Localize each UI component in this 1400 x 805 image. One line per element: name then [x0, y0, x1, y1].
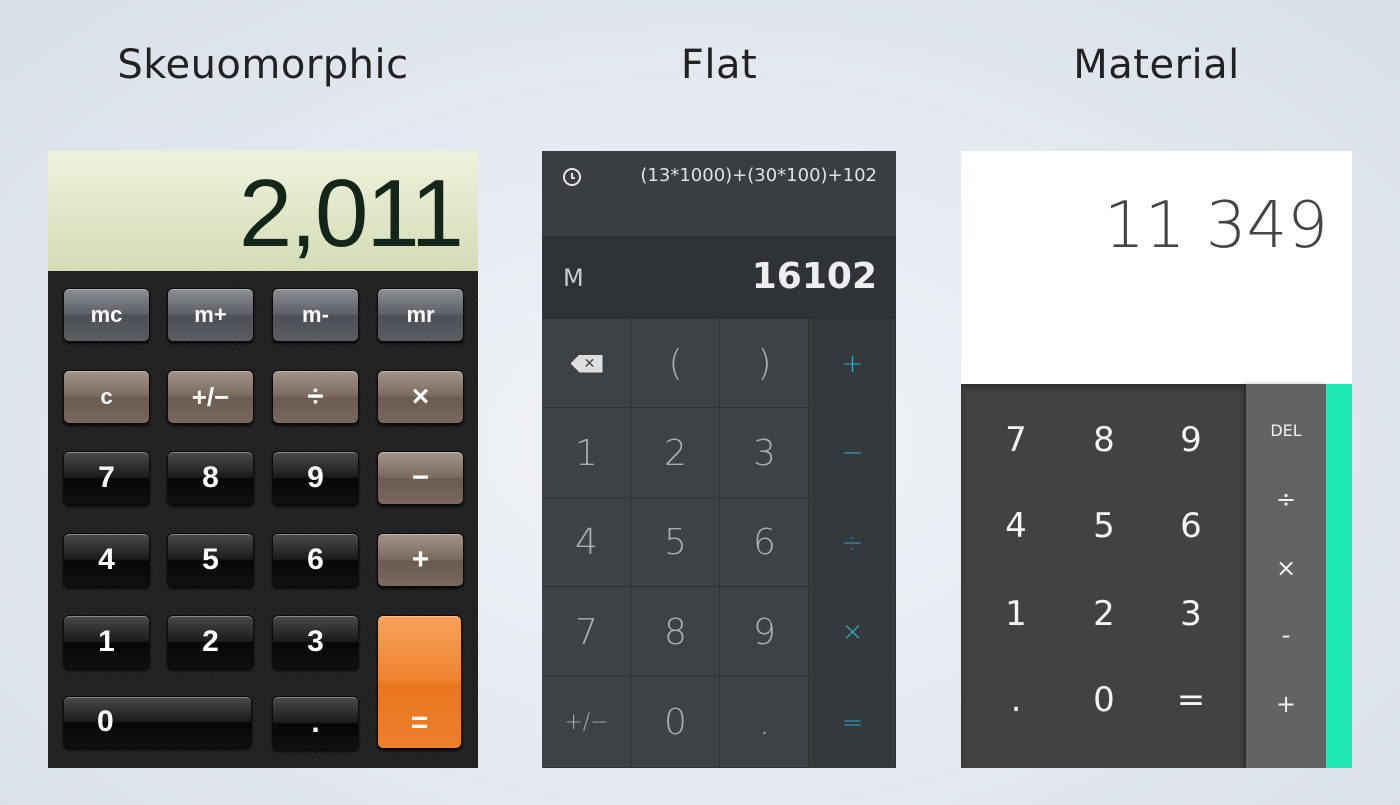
- flat-calculator: (13*1000)+(30*100)+102 M 16102 ✕ ( ) + 1…: [542, 151, 896, 768]
- advanced-panel-handle[interactable]: [1326, 384, 1352, 768]
- multiply-button[interactable]: ×: [1246, 548, 1326, 588]
- close-paren-button[interactable]: ): [720, 319, 809, 408]
- material-heading: Material: [1073, 42, 1240, 88]
- plus-minus-button[interactable]: +/−: [542, 677, 631, 768]
- digit-5-button[interactable]: 5: [1074, 496, 1134, 556]
- digit-6-button[interactable]: 6: [720, 498, 809, 587]
- material-display: 11 349: [961, 151, 1352, 384]
- equals-button[interactable]: =: [377, 615, 462, 749]
- equals-button[interactable]: =: [1161, 670, 1221, 730]
- delete-button[interactable]: DEL: [1246, 410, 1326, 450]
- digit-0-button[interactable]: 0: [63, 696, 252, 748]
- multiply-button[interactable]: ×: [809, 587, 896, 677]
- memory-clear-button[interactable]: mc: [63, 288, 150, 342]
- flat-result-bar: M 16102: [542, 236, 896, 319]
- digit-1-button[interactable]: 1: [542, 408, 631, 498]
- memory-indicator: M: [563, 264, 584, 292]
- backspace-icon: ✕: [570, 354, 603, 373]
- flat-expression-bar: (13*1000)+(30*100)+102: [542, 151, 896, 236]
- add-button[interactable]: +: [1246, 684, 1326, 724]
- material-operator-pad: DEL ÷ × - +: [1246, 384, 1326, 768]
- multiply-button[interactable]: ×: [377, 370, 464, 424]
- digit-0-button[interactable]: 0: [1074, 670, 1134, 730]
- digit-7-button[interactable]: 7: [63, 451, 150, 505]
- divide-button[interactable]: ÷: [272, 370, 359, 424]
- clock-icon[interactable]: [563, 168, 581, 186]
- memory-recall-button[interactable]: mr: [377, 288, 464, 342]
- subtract-button[interactable]: −: [377, 451, 464, 505]
- digit-5-button[interactable]: 5: [631, 498, 720, 587]
- digit-7-button[interactable]: 7: [542, 587, 631, 677]
- digit-6-button[interactable]: 6: [272, 533, 359, 587]
- skeuomorphic-calculator: 2,011 mc m+ m- mr c +/− ÷ × 7 8 9 − 4 5 …: [48, 151, 478, 768]
- digit-4-button[interactable]: 4: [542, 498, 631, 587]
- add-button[interactable]: +: [377, 533, 464, 587]
- digit-6-button[interactable]: 6: [1161, 496, 1221, 556]
- skeuomorphic-display: 2,011: [48, 151, 478, 273]
- skeuomorphic-display-value: 2,011: [238, 160, 464, 267]
- digit-9-button[interactable]: 9: [272, 451, 359, 505]
- digit-3-button[interactable]: 3: [720, 408, 809, 498]
- material-digit-pad: 7 8 9 4 5 6 1 2 3 . 0 =: [961, 384, 1246, 768]
- memory-subtract-button[interactable]: m-: [272, 288, 359, 342]
- clear-button[interactable]: c: [63, 370, 150, 424]
- flat-expression: (13*1000)+(30*100)+102: [640, 165, 877, 186]
- add-button[interactable]: +: [809, 319, 896, 408]
- digit-7-button[interactable]: 7: [986, 410, 1046, 470]
- digit-5-button[interactable]: 5: [167, 533, 254, 587]
- material-display-value: 11 349: [1104, 189, 1328, 263]
- digit-2-button[interactable]: 2: [631, 408, 720, 498]
- decimal-button[interactable]: .: [720, 677, 809, 768]
- digit-2-button[interactable]: 2: [1074, 584, 1134, 644]
- digit-2-button[interactable]: 2: [167, 615, 254, 669]
- subtract-button[interactable]: -: [1246, 615, 1326, 655]
- subtract-button[interactable]: −: [809, 408, 896, 498]
- digit-3-button[interactable]: 3: [272, 615, 359, 669]
- decimal-button[interactable]: .: [272, 696, 359, 750]
- memory-add-button[interactable]: m+: [167, 288, 254, 342]
- decimal-button[interactable]: .: [986, 670, 1046, 730]
- digit-9-button[interactable]: 9: [1161, 410, 1221, 470]
- skeuomorphic-keypad: mc m+ m- mr c +/− ÷ × 7 8 9 − 4 5 6 + 1 …: [48, 271, 478, 768]
- divide-button[interactable]: ÷: [809, 498, 896, 587]
- digit-8-button[interactable]: 8: [1074, 410, 1134, 470]
- digit-8-button[interactable]: 8: [631, 587, 720, 677]
- divide-button[interactable]: ÷: [1246, 479, 1326, 519]
- open-paren-button[interactable]: (: [631, 319, 720, 408]
- digit-1-button[interactable]: 1: [986, 584, 1046, 644]
- flat-result: 16102: [751, 256, 877, 297]
- backspace-button[interactable]: ✕: [542, 319, 631, 408]
- material-calculator: 11 349 7 8 9 4 5 6 1 2 3 . 0 = DEL ÷ × -…: [961, 151, 1352, 768]
- digit-9-button[interactable]: 9: [720, 587, 809, 677]
- digit-3-button[interactable]: 3: [1161, 584, 1221, 644]
- flat-heading: Flat: [680, 42, 758, 88]
- skeuomorphic-heading: Skeuomorphic: [117, 42, 409, 88]
- digit-0-button[interactable]: 0: [631, 677, 720, 768]
- plus-minus-button[interactable]: +/−: [167, 370, 254, 424]
- digit-8-button[interactable]: 8: [167, 451, 254, 505]
- digit-1-button[interactable]: 1: [63, 615, 150, 669]
- flat-keypad: ✕ ( ) + 1 2 3 − 4 5 6 ÷ 7 8 9 × +/− 0 . …: [542, 319, 896, 768]
- digit-4-button[interactable]: 4: [986, 496, 1046, 556]
- equals-button[interactable]: =: [809, 677, 896, 768]
- digit-4-button[interactable]: 4: [63, 533, 150, 587]
